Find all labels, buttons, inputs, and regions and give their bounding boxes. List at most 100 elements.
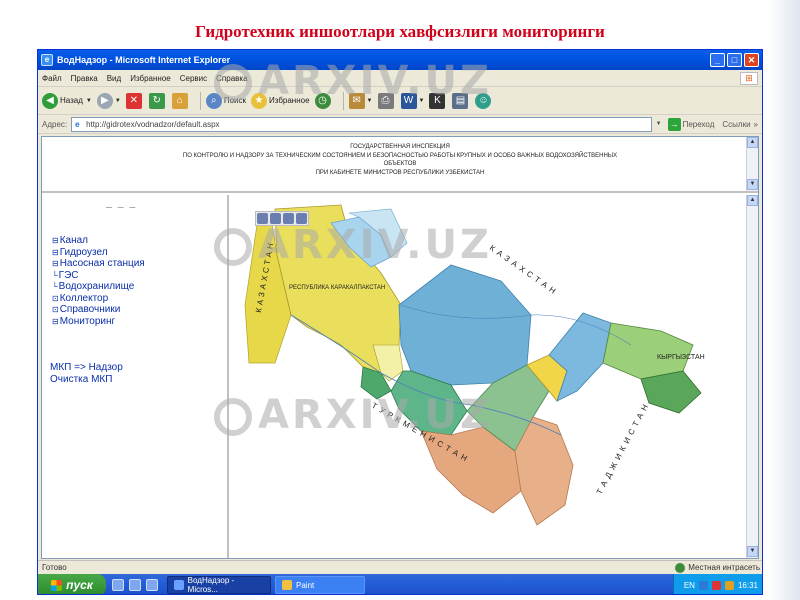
home-icon: ⌂ xyxy=(171,92,188,109)
quick-launch-icon[interactable] xyxy=(112,579,124,591)
tree-item-label: Насосная станция xyxy=(59,258,145,269)
map-scrollbar[interactable]: ▲ ▼ xyxy=(746,195,758,558)
left-menu-top-text: — — — xyxy=(106,205,138,211)
left-menu-frame: — — — ⊟ Канал ⊟ Гидроузел ⊟ Насосная станци… xyxy=(42,195,229,558)
scroll-up-icon[interactable]: ▲ xyxy=(747,137,758,148)
links-chevron-icon[interactable]: » xyxy=(754,120,758,129)
tray-antivirus-icon[interactable] xyxy=(711,580,721,590)
stop-icon: ✕ xyxy=(125,92,142,109)
intranet-icon xyxy=(675,562,686,573)
status-zone: Местная интрасеть xyxy=(675,562,760,573)
go-label: Переход xyxy=(682,119,715,129)
map-region-navoi xyxy=(398,264,532,386)
tree-item-label: Канал xyxy=(59,235,89,246)
map-label-kyrgyzstan: КЫРГЫЗСТАН xyxy=(657,354,705,361)
address-input[interactable]: http://gidrotex/vodnadzor/default.aspx xyxy=(71,116,652,132)
menu-file[interactable]: Файл xyxy=(42,74,62,83)
scroll-up-icon[interactable]: ▲ xyxy=(747,195,758,206)
back-arrow-icon: ◀ xyxy=(42,92,58,109)
ie-icon xyxy=(174,580,184,590)
toolbar-separator xyxy=(199,91,201,110)
tree-item-label: Водохранилище xyxy=(58,281,135,292)
watermark-logo-icon xyxy=(214,398,252,436)
go-button[interactable]: → Переход xyxy=(667,117,715,131)
map-region-fergana xyxy=(602,322,694,380)
tree-menu: ⊟ Канал ⊟ Гидроузел ⊟ Насосная станция └ ГЭС… xyxy=(52,235,145,327)
tree-toggle-icon[interactable]: ⊟ xyxy=(52,316,59,328)
watermark: ARXIV.UZ xyxy=(214,222,492,268)
map-label-karakalpakstan: РЕСПУБЛИКА КАРАКАЛПАКСТАН xyxy=(289,285,385,291)
taskbar-item-label: ВодНадзор - Micros... xyxy=(187,576,235,594)
go-arrow-icon: → xyxy=(667,117,681,131)
start-button[interactable]: пуск xyxy=(38,574,106,594)
tray-volume-icon[interactable] xyxy=(724,580,734,590)
scroll-down-icon[interactable]: ▼ xyxy=(747,179,758,190)
forward-button[interactable]: ▶ ▼ xyxy=(96,92,121,109)
tree-item-pump-station[interactable]: ⊟ Насосная станция xyxy=(52,258,145,270)
tree-toggle-icon[interactable]: ⊡ xyxy=(52,293,59,305)
quick-launch xyxy=(112,579,163,591)
watermark: ARXIV.UZ xyxy=(214,58,492,104)
zone-label: Местная интрасеть xyxy=(688,563,760,572)
taskbar-item-label: Paint xyxy=(296,580,315,590)
links-label[interactable]: Ссылки xyxy=(722,120,750,129)
left-links: МКП => Надзор Очистка МКП xyxy=(50,362,123,385)
back-button[interactable]: ◀ Назад ▼ xyxy=(42,92,92,109)
tree-item-hydrosite[interactable]: ⊟ Гидроузел xyxy=(52,247,145,259)
back-dropdown-icon: ▼ xyxy=(85,97,92,104)
tree-item-reservoir[interactable]: └ Водохранилище xyxy=(52,281,145,293)
tree-toggle-icon[interactable]: └ xyxy=(52,270,58,282)
quick-launch-icon[interactable] xyxy=(129,579,141,591)
stop-button[interactable]: ✕ xyxy=(125,92,144,109)
menu-view[interactable]: Вид xyxy=(107,74,121,83)
tree-item-hpp[interactable]: └ ГЭС xyxy=(52,270,145,282)
tree-item-references[interactable]: ⊡ Справочники xyxy=(52,304,145,316)
close-button[interactable]: ✕ xyxy=(744,53,759,67)
tree-item-canal[interactable]: ⊟ Канал xyxy=(52,235,145,247)
tray-network-icon[interactable] xyxy=(698,580,708,590)
start-label: пуск xyxy=(66,578,93,592)
header-scrollbar[interactable]: ▲ ▼ xyxy=(746,137,758,191)
tray-clock: 16:31 xyxy=(737,580,758,590)
tree-item-monitoring[interactable]: ⊟ Мониторинг xyxy=(52,316,145,328)
windows-logo-icon xyxy=(51,579,63,591)
forward-arrow-icon: ▶ xyxy=(96,92,113,109)
tree-item-collector[interactable]: ⊡ Коллектор xyxy=(52,293,145,305)
address-label: Адрес: xyxy=(42,119,68,129)
page-content: ГОСУДАРСТВЕННАЯ ИНСПЕКЦИЯ ПО КОНТРОЛЮ И … xyxy=(41,136,759,559)
menu-favorites[interactable]: Избранное xyxy=(130,74,171,83)
tree-toggle-icon[interactable]: ⊟ xyxy=(52,247,59,259)
taskbar-item-ie[interactable]: ВодНадзор - Micros... xyxy=(167,576,271,594)
menu-tools[interactable]: Сервис xyxy=(180,74,207,83)
tree-item-label: Гидроузел xyxy=(59,246,108,258)
watermark-text: ARXIV.UZ xyxy=(258,222,492,268)
address-dropdown-icon[interactable]: ▼ xyxy=(656,121,662,127)
forward-dropdown-icon: ▼ xyxy=(114,97,121,104)
tree-toggle-icon[interactable]: ⊟ xyxy=(52,258,59,270)
link-mkp-supervision[interactable]: МКП => Надзор xyxy=(50,362,123,374)
link-clear-mkp[interactable]: Очистка МКП xyxy=(50,374,123,386)
watermark-logo-icon xyxy=(214,228,252,266)
refresh-icon: ↻ xyxy=(148,92,165,109)
menu-edit[interactable]: Правка xyxy=(71,74,98,83)
tree-item-label: ГЭС xyxy=(58,269,79,281)
header-line: ОБЪЕКТОВ xyxy=(383,161,417,167)
refresh-button[interactable]: ↻ xyxy=(148,92,167,109)
watermark: ARXIV.UZ xyxy=(214,392,492,438)
language-indicator[interactable]: EN xyxy=(684,581,695,590)
scroll-down-icon[interactable]: ▼ xyxy=(747,546,758,557)
header-frame: ГОСУДАРСТВЕННАЯ ИНСПЕКЦИЯ ПО КОНТРОЛЮ И … xyxy=(42,137,758,193)
back-label: Назад xyxy=(60,96,83,105)
ie-icon: e xyxy=(41,54,53,66)
tree-toggle-icon[interactable]: ⊟ xyxy=(52,235,59,247)
map-label-tajikistan: ТАДЖИКИСТАН xyxy=(595,400,652,496)
taskbar-item-paint[interactable]: Paint xyxy=(275,576,365,594)
address-bar: Адрес: http://gidrotex/vodnadzor/default… xyxy=(38,115,762,134)
tree-toggle-icon[interactable]: ⊡ xyxy=(52,304,59,316)
home-button[interactable]: ⌂ xyxy=(171,92,190,109)
maximize-button[interactable]: □ xyxy=(727,53,742,67)
tree-item-label: Мониторинг xyxy=(59,315,116,327)
minimize-button[interactable]: _ xyxy=(710,53,725,67)
tree-toggle-icon[interactable]: └ xyxy=(52,281,58,293)
quick-launch-icon[interactable] xyxy=(146,579,158,591)
